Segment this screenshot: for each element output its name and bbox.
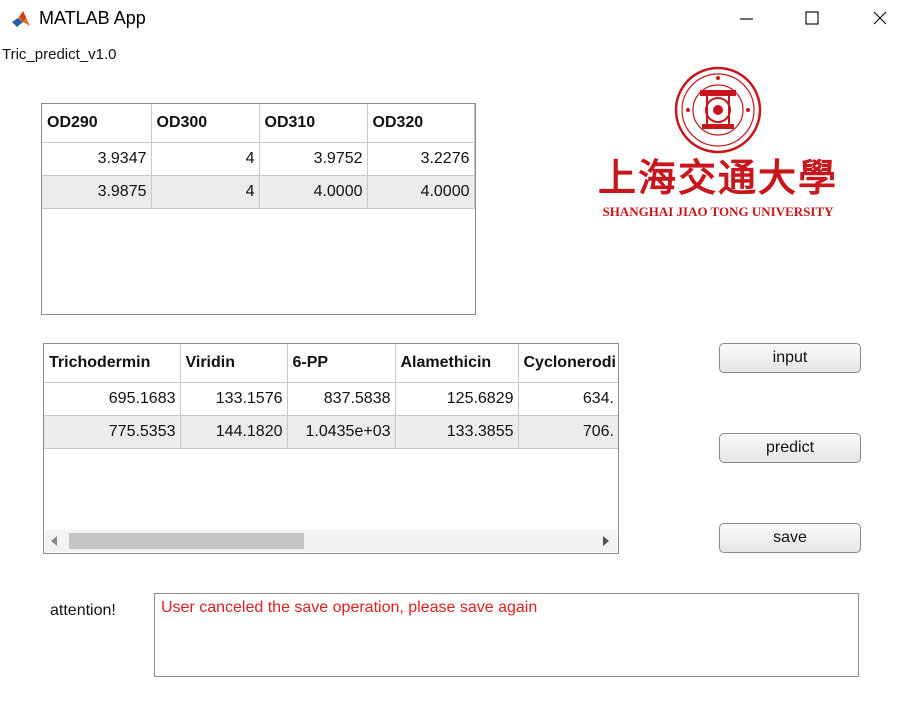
scroll-left-icon[interactable] (49, 535, 59, 547)
table-cell[interactable]: 133.1576 (180, 382, 288, 416)
table-cell[interactable]: 634. (518, 382, 618, 416)
table-cell[interactable]: 4.0000 (367, 175, 475, 209)
university-chinese-name: 上海交通大學 (598, 155, 838, 200)
table-cell[interactable]: 695.1683 (44, 382, 181, 416)
attention-label: attention! (50, 602, 116, 619)
od-table[interactable]: OD290 OD300 OD310 OD320 3.9347 4 3.9752 … (41, 103, 476, 315)
table-header-row: Trichodermin Viridin 6-PP Alamethicin Cy… (44, 344, 618, 383)
column-header[interactable]: Viridin (180, 344, 288, 383)
column-header[interactable]: OD320 (367, 104, 475, 143)
table-cell[interactable]: 706. (518, 415, 618, 449)
scrollbar-thumb[interactable] (69, 533, 304, 549)
table-cell[interactable]: 4 (151, 142, 260, 176)
minimize-icon[interactable] (729, 6, 765, 32)
horizontal-scrollbar[interactable] (45, 530, 617, 552)
matlab-icon (12, 11, 30, 27)
sjtu-logo: 上海交通大學 SHANGHAI JIAO TONG UNIVERSITY (598, 66, 838, 219)
window-title: MATLAB App (39, 8, 146, 28)
university-english-name: SHANGHAI JIAO TONG UNIVERSITY (602, 204, 834, 219)
column-header[interactable]: Trichodermin (44, 344, 181, 383)
table-row[interactable]: 775.5353 144.1820 1.0435e+03 133.3855 70… (44, 415, 618, 449)
column-header[interactable]: OD290 (42, 104, 152, 143)
table-cell[interactable]: 4 (151, 175, 260, 209)
column-header[interactable]: OD310 (259, 104, 368, 143)
table-row[interactable]: 3.9347 4 3.9752 3.2276 (42, 142, 475, 176)
attention-message-box[interactable]: User canceled the save operation, please… (154, 593, 859, 677)
table-cell[interactable]: 3.2276 (367, 142, 475, 176)
university-seal-icon (674, 66, 762, 154)
table-cell[interactable]: 4.0000 (259, 175, 368, 209)
maximize-icon[interactable] (794, 6, 830, 32)
table-cell[interactable]: 3.9752 (259, 142, 368, 176)
table-cell[interactable]: 775.5353 (44, 415, 181, 449)
table-cell[interactable]: 133.3855 (395, 415, 519, 449)
scroll-right-icon[interactable] (601, 535, 611, 547)
column-header[interactable]: Cyclonerodi (518, 344, 618, 383)
table-header-row: OD290 OD300 OD310 OD320 (42, 104, 475, 143)
column-header[interactable]: Alamethicin (395, 344, 519, 383)
predict-button[interactable]: predict (719, 433, 861, 463)
save-button[interactable]: save (719, 523, 861, 553)
table-cell[interactable]: 125.6829 (395, 382, 519, 416)
result-table[interactable]: Trichodermin Viridin 6-PP Alamethicin Cy… (43, 343, 619, 554)
table-row[interactable]: 3.9875 4 4.0000 4.0000 (42, 175, 475, 209)
close-icon[interactable] (862, 6, 898, 32)
table-cell[interactable]: 3.9875 (42, 175, 152, 209)
table-cell[interactable]: 1.0435e+03 (287, 415, 396, 449)
table-cell[interactable]: 837.5838 (287, 382, 396, 416)
app-name-label: Tric_predict_v1.0 (2, 46, 117, 63)
table-cell[interactable]: 3.9347 (42, 142, 152, 176)
column-header[interactable]: 6-PP (287, 344, 396, 383)
table-cell[interactable]: 144.1820 (180, 415, 288, 449)
attention-message: User canceled the save operation, please… (161, 599, 538, 616)
table-row[interactable]: 695.1683 133.1576 837.5838 125.6829 634. (44, 382, 618, 416)
title-bar: MATLAB App (0, 0, 913, 38)
input-button[interactable]: input (719, 343, 861, 373)
column-header[interactable]: OD300 (151, 104, 260, 143)
